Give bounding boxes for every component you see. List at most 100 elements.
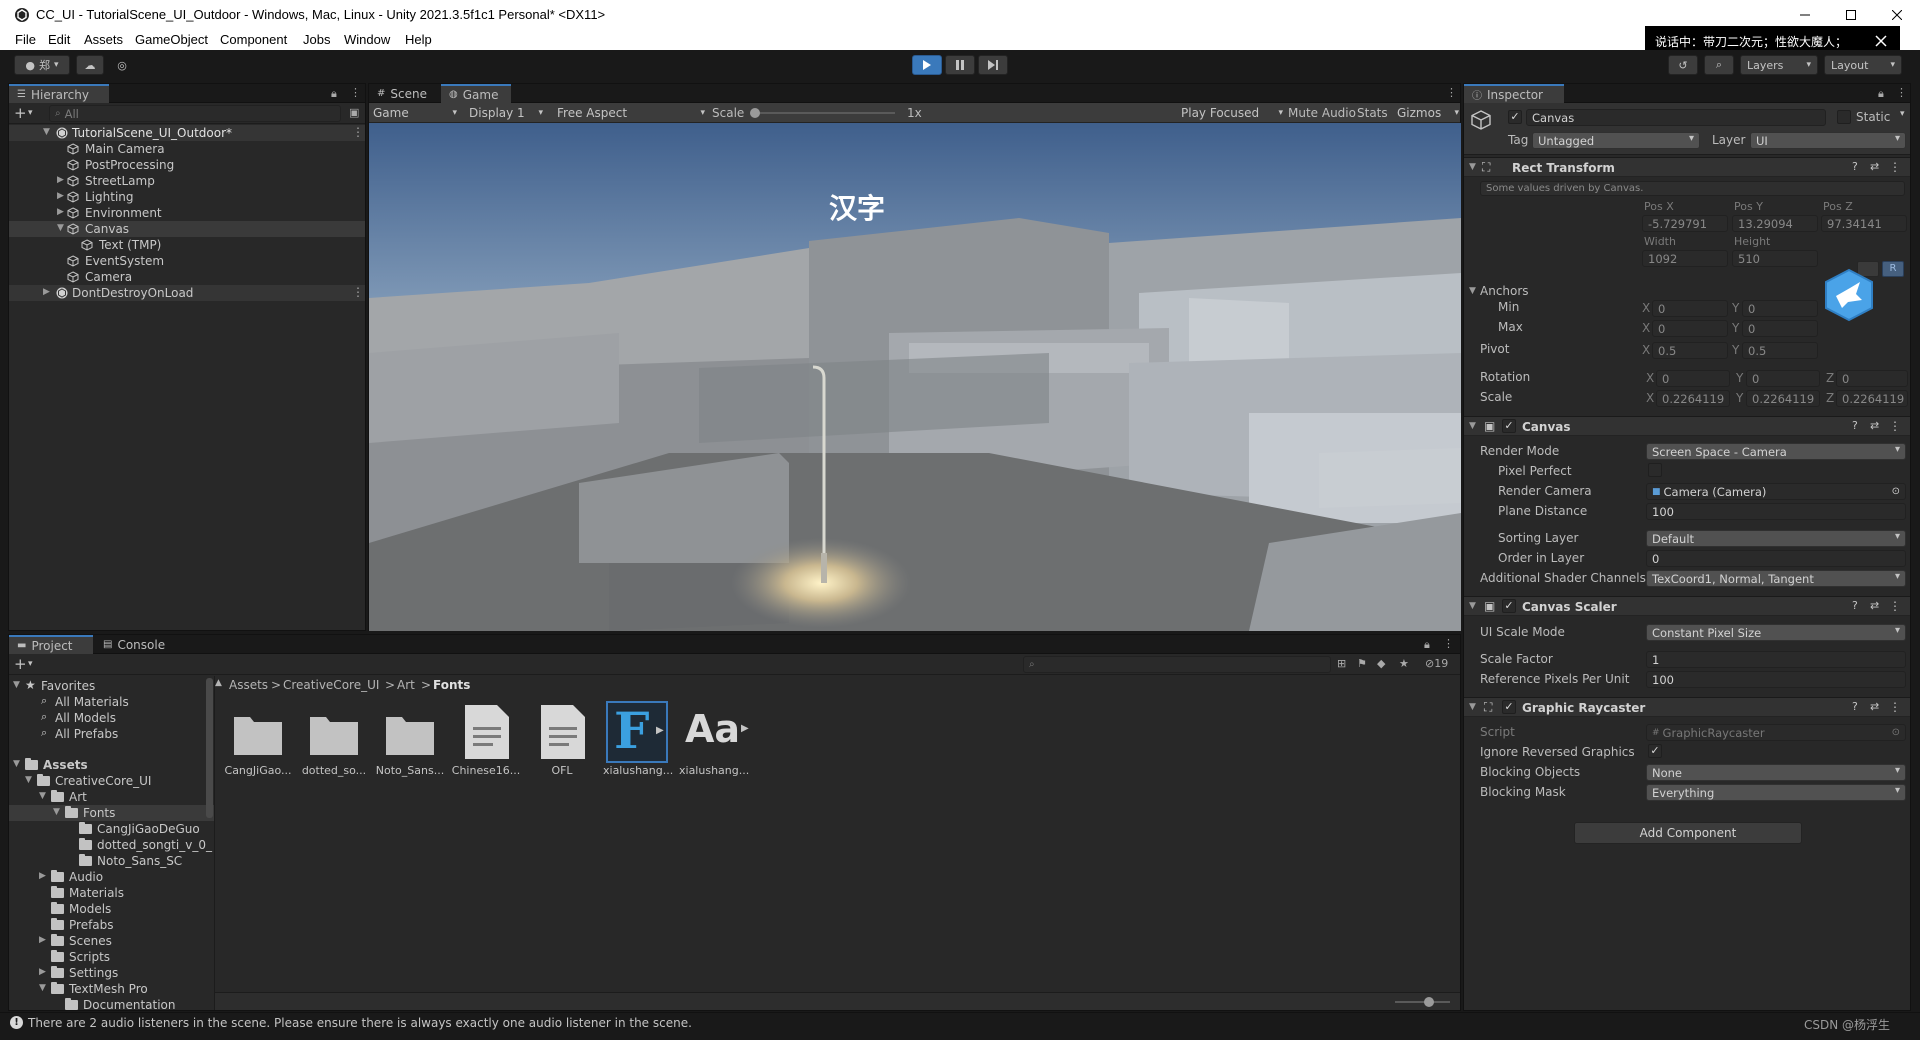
ui-scale-mode-dropdown[interactable]: Constant Pixel Size	[1646, 624, 1906, 641]
lock-icon[interactable]: 🔒︎	[1424, 638, 1430, 652]
favorite-item[interactable]: ⌕ All Materials	[9, 694, 214, 710]
rotation-y-field[interactable]: 0	[1746, 370, 1820, 387]
icon-size-slider-handle[interactable]	[1424, 997, 1434, 1007]
scale-y-field[interactable]: 0.2264119	[1746, 390, 1820, 407]
hierarchy-item-canvas[interactable]: ▼ Canvas	[9, 221, 365, 237]
anchor-min-y-field[interactable]: 0	[1742, 300, 1818, 317]
expand-arrow-icon[interactable]: ▶	[741, 723, 749, 734]
hierarchy-item-dontdestroyonload[interactable]: ▶ DontDestroyOnLoad ⋮	[9, 285, 365, 301]
hierarchy-search-input[interactable]: ⌕ All	[49, 105, 341, 122]
hierarchy-item-camera[interactable]: Camera	[9, 269, 365, 285]
tree-item-font-folder[interactable]: Noto_Sans_SC	[9, 853, 214, 869]
tab-game[interactable]: ◍ Game	[441, 84, 511, 103]
canvas-enabled-checkbox[interactable]: ✓	[1502, 419, 1516, 433]
project-search-input[interactable]: ⌕	[1023, 656, 1331, 673]
aspect-dropdown[interactable]: Free Aspect ▾	[549, 103, 709, 123]
play-button[interactable]	[912, 55, 942, 75]
tree-item-scripts[interactable]: Scripts	[9, 949, 214, 965]
maximize-button[interactable]	[1828, 0, 1874, 29]
cloud-button[interactable]: ☁	[76, 55, 104, 75]
tree-item-art[interactable]: ▼ Art	[9, 789, 214, 805]
more-icon[interactable]: ⋮	[1889, 599, 1901, 613]
menu-help[interactable]: Help	[405, 32, 432, 47]
asset-text-file[interactable]: OFL	[527, 701, 597, 781]
anchor-max-y-field[interactable]: 0	[1742, 320, 1818, 337]
breadcrumb-creativecore[interactable]: CreativeCore_UI	[283, 678, 379, 692]
more-icon[interactable]: ⋮	[1889, 160, 1901, 174]
hierarchy-item-eventsystem[interactable]: EventSystem	[9, 253, 365, 269]
height-field[interactable]: 510	[1732, 250, 1818, 267]
preset-icon[interactable]: ⇄	[1870, 700, 1879, 713]
account-button[interactable]: ● 郑 ▾	[14, 55, 70, 75]
favorite-item[interactable]: ⌕ All Models	[9, 710, 214, 726]
collab-button[interactable]: ◎	[110, 55, 134, 75]
render-mode-dropdown[interactable]: Screen Space - Camera	[1646, 443, 1906, 460]
tree-item-fonts[interactable]: ▼ Fonts	[9, 805, 214, 821]
tree-item-prefabs[interactable]: Prefabs	[9, 917, 214, 933]
tree-item-creativecore[interactable]: ▼ CreativeCore_UI	[9, 773, 214, 789]
menu-jobs[interactable]: Jobs	[303, 32, 330, 47]
layers-dropdown[interactable]: Layers ▾	[1740, 55, 1818, 75]
add-icon[interactable]: +	[14, 104, 27, 122]
ignore-reversed-checkbox[interactable]: ✓	[1648, 744, 1662, 758]
tab-scene[interactable]: # Scene	[369, 84, 441, 103]
help-icon[interactable]: ?	[1852, 599, 1858, 612]
canvas-scaler-header[interactable]: ▼ ▣ ✓ Canvas Scaler ? ⇄ ⋮	[1464, 596, 1910, 616]
pos-y-field[interactable]: 13.29094	[1732, 215, 1818, 232]
static-checkbox[interactable]	[1837, 110, 1851, 124]
tree-scrollbar[interactable]	[206, 678, 213, 818]
hidden-packages-toggle[interactable]: ⊘19	[1425, 657, 1448, 670]
tree-item-assets[interactable]: ▼ Assets	[9, 757, 214, 773]
shader-channels-dropdown[interactable]: TexCoord1, Normal, Tangent	[1646, 570, 1906, 587]
close-icon[interactable]	[1875, 35, 1887, 47]
pivot-x-field[interactable]: 0.5	[1652, 342, 1728, 359]
more-icon[interactable]: ⋮	[350, 86, 361, 99]
add-component-button[interactable]: Add Component	[1574, 822, 1802, 844]
more-icon[interactable]: ⋮	[1896, 86, 1907, 99]
mute-audio-toggle[interactable]: Mute Audio	[1288, 106, 1356, 120]
blocking-mask-dropdown[interactable]: Everything	[1646, 784, 1906, 801]
close-window-button[interactable]	[1874, 0, 1920, 29]
tree-item-scenes[interactable]: ▶ Scenes	[9, 933, 214, 949]
canvas-component-header[interactable]: ▼ ▣ ✓ Canvas ? ⇄ ⋮	[1464, 416, 1910, 436]
breadcrumb-art[interactable]: Art	[397, 678, 415, 692]
canvas-scaler-enabled-checkbox[interactable]: ✓	[1502, 599, 1516, 613]
scale-x-field[interactable]: 0.2264119	[1656, 390, 1730, 407]
breadcrumb-fonts[interactable]: Fonts	[433, 678, 470, 692]
preset-icon[interactable]: ⇄	[1870, 160, 1879, 173]
tree-item-documentation[interactable]: Documentation	[9, 997, 214, 1013]
tab-project[interactable]: ▬ Project	[9, 635, 93, 654]
hierarchy-item-postprocessing[interactable]: PostProcessing	[9, 157, 365, 173]
menu-edit[interactable]: Edit	[48, 32, 70, 47]
tag-dropdown[interactable]: Untagged	[1532, 132, 1700, 149]
favorite-icon[interactable]: ★	[1399, 657, 1409, 670]
pivot-y-field[interactable]: 0.5	[1742, 342, 1818, 359]
more-icon[interactable]: ⋮	[1889, 700, 1901, 714]
raycaster-enabled-checkbox[interactable]: ✓	[1502, 700, 1516, 714]
tab-console[interactable]: ▤ Console	[95, 635, 179, 654]
status-bar[interactable]: ! There are 2 audio listeners in the sce…	[0, 1012, 1920, 1032]
asset-folder[interactable]: Noto_Sans...	[375, 701, 445, 781]
more-icon[interactable]: ⋮	[1889, 419, 1901, 433]
tree-item-font-folder[interactable]: CangJiGaoDeGuo	[9, 821, 214, 837]
object-picker-icon[interactable]: ⊙	[1892, 486, 1900, 497]
hierarchy-item-streetlamp[interactable]: ▶ StreetLamp	[9, 173, 365, 189]
more-icon[interactable]: ⋮	[1446, 86, 1457, 99]
step-button[interactable]	[978, 55, 1008, 75]
plane-distance-field[interactable]: 100	[1646, 503, 1906, 520]
layer-dropdown[interactable]: UI	[1750, 132, 1906, 149]
tree-item-materials[interactable]: Materials	[9, 885, 214, 901]
active-checkbox[interactable]: ✓	[1508, 110, 1522, 124]
scale-z-field[interactable]: 0.2264119	[1836, 390, 1908, 407]
breadcrumb-assets[interactable]: Assets	[229, 678, 268, 692]
gizmos-dropdown[interactable]: Gizmos ▾	[1397, 103, 1459, 123]
expand-arrow-icon[interactable]: ▶	[656, 725, 664, 736]
hierarchy-item-scene[interactable]: ▼ TutorialScene_UI_Outdoor* ⋮	[9, 125, 365, 141]
chevron-down-icon[interactable]: ▾	[28, 108, 33, 118]
asset-font-file[interactable]: Aa ▶ xialushang...	[679, 701, 749, 781]
search-by-label-icon[interactable]: ⚑	[1357, 657, 1367, 670]
width-field[interactable]: 1092	[1642, 250, 1728, 267]
minimize-button[interactable]	[1782, 0, 1828, 29]
tree-item-font-folder[interactable]: dotted_songti_v_0_	[9, 837, 214, 853]
anchor-max-x-field[interactable]: 0	[1652, 320, 1728, 337]
